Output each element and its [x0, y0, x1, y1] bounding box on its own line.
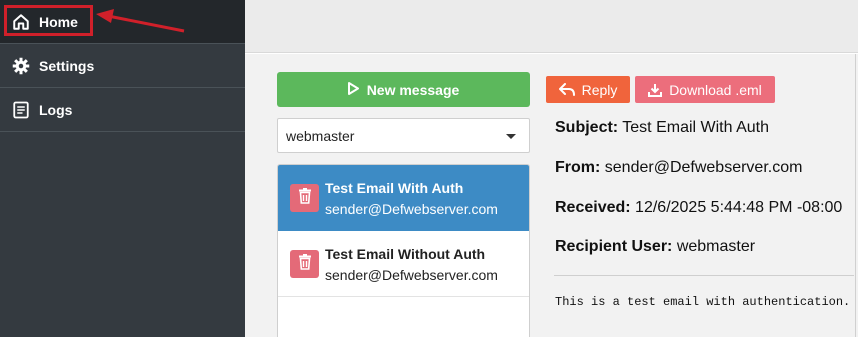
reply-icon — [558, 83, 575, 96]
from-label: From: — [555, 159, 601, 176]
download-label: Download .eml — [669, 81, 762, 98]
recipient-value: webmaster — [676, 238, 756, 255]
log-icon — [11, 100, 31, 120]
user-select[interactable]: webmaster — [277, 118, 530, 153]
list-item[interactable]: Test Email Without Auth sender@Defwebser… — [278, 231, 529, 297]
delete-button[interactable] — [290, 184, 319, 212]
sidebar: Home Settings Logs — [0, 0, 245, 337]
new-message-label: New message — [366, 81, 460, 98]
trash-icon — [298, 187, 312, 209]
detail-from: From: sender@Defwebserver.com — [555, 159, 802, 177]
message-sender: sender@Defwebserver.com — [325, 267, 498, 283]
annotation-arrow — [96, 9, 185, 33]
recipient-label: Recipient User: — [555, 238, 673, 255]
sidebar-item-label: Settings — [39, 57, 95, 74]
reply-label: Reply — [581, 81, 618, 98]
list-item[interactable]: Test Email With Auth sender@Defwebserver… — [278, 165, 529, 231]
received-label: Received: — [555, 199, 631, 216]
detail-subject: Subject: Test Email With Auth — [555, 119, 769, 137]
download-icon — [648, 83, 663, 97]
gear-icon — [11, 56, 31, 76]
detail-received: Received: 12/6/2025 5:44:48 PM -08:00 — [555, 199, 842, 217]
message-list: Test Email With Auth sender@Defwebserver… — [277, 164, 530, 337]
user-select-value: webmaster — [286, 127, 355, 144]
download-eml-button[interactable]: Download .eml — [635, 76, 775, 103]
message-subject: Test Email Without Auth — [325, 246, 486, 262]
subject-value: Test Email With Auth — [622, 119, 769, 136]
from-value: sender@Defwebserver.com — [604, 159, 803, 176]
message-subject: Test Email With Auth — [325, 180, 464, 196]
play-icon — [347, 81, 359, 98]
divider — [554, 275, 854, 276]
detail-recipient: Recipient User: webmaster — [555, 238, 755, 256]
message-body: This is a test email with authentication… — [555, 295, 851, 309]
sidebar-item-settings[interactable]: Settings — [0, 44, 245, 88]
new-message-button[interactable]: New message — [277, 72, 530, 107]
sidebar-item-label: Logs — [39, 101, 73, 118]
message-sender: sender@Defwebserver.com — [325, 201, 498, 217]
reply-button[interactable]: Reply — [546, 76, 630, 103]
chevron-down-icon — [506, 134, 516, 139]
received-value: 12/6/2025 5:44:48 PM -08:00 — [635, 199, 843, 216]
delete-button[interactable] — [290, 250, 319, 278]
sidebar-item-logs[interactable]: Logs — [0, 88, 245, 132]
annotation-highlight-box — [4, 5, 93, 36]
subject-label: Subject: — [555, 119, 619, 136]
panel-border — [855, 54, 856, 337]
top-bar — [245, 0, 858, 53]
trash-icon — [298, 253, 312, 275]
